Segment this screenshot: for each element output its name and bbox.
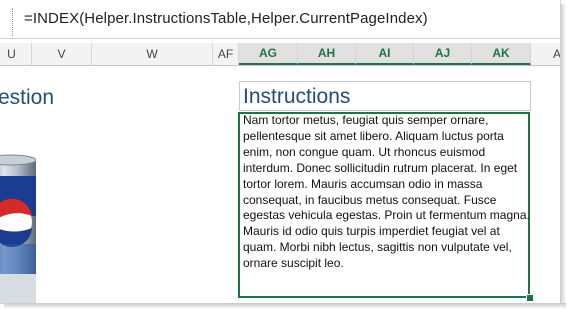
column-header-ak[interactable]: AK [472, 43, 531, 65]
instructions-title-underline [241, 110, 529, 111]
worksheet-grid[interactable]: estion Instructions Nam tortor metus, fe… [0, 66, 560, 303]
fill-handle[interactable] [526, 294, 534, 302]
instructions-title: Instructions [243, 85, 351, 108]
column-header-aj[interactable]: AJ [414, 43, 472, 65]
column-header-ai[interactable]: AI [356, 43, 414, 65]
excel-window: =INDEX(Helper.InstructionsTable,Helper.C… [0, 0, 561, 304]
page-shadow-bottom [4, 303, 566, 309]
column-header-ah[interactable]: AH [298, 43, 356, 65]
column-header-af[interactable]: AF [213, 43, 239, 65]
column-header-ag[interactable]: AG [239, 43, 298, 65]
page-shadow-right [560, 4, 566, 307]
formula-text[interactable]: =INDEX(Helper.InstructionsTable,Helper.C… [24, 10, 428, 27]
column-header-w[interactable]: W [92, 43, 213, 65]
formula-bar[interactable]: =INDEX(Helper.InstructionsTable,Helper.C… [0, 0, 560, 40]
instructions-body-text: Nam tortor metus, feugiat quis semper or… [243, 113, 530, 271]
formula-bar-divider [0, 38, 560, 39]
question-heading: estion [0, 86, 55, 109]
column-header-row: U V W AF AG AH AI AJ AK AL [0, 43, 560, 66]
pepsi-can-image [0, 154, 36, 303]
formula-bar-grip [12, 8, 16, 36]
column-header-al[interactable]: AL [531, 43, 560, 65]
column-header-u[interactable]: U [0, 43, 32, 65]
column-header-v[interactable]: V [32, 43, 92, 65]
